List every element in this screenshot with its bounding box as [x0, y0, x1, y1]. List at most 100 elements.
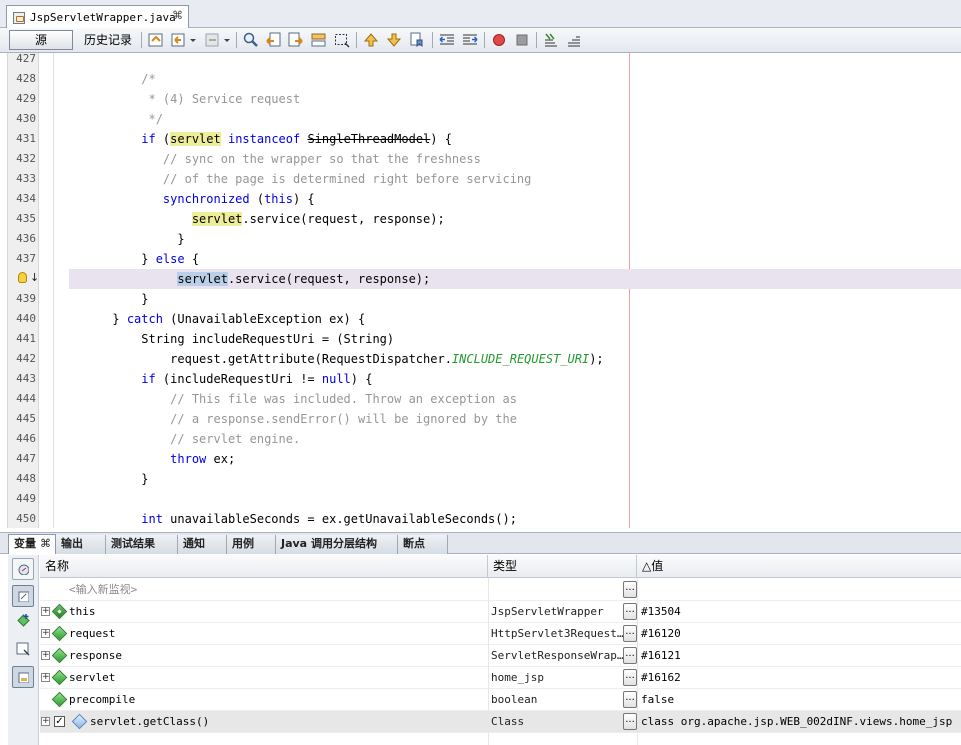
shift-line-left-icon[interactable] — [439, 32, 455, 48]
code-text: // sync on the wrapper so that the fresh… — [162, 152, 481, 166]
tab-variables[interactable]: 变量 ⌘ — [8, 534, 56, 554]
back-dropdown-icon[interactable] — [189, 32, 197, 48]
show-static-icon[interactable] — [12, 558, 34, 580]
edit-value-button[interactable]: ... — [623, 603, 637, 620]
variable-type: HttpServlet3Request… — [491, 627, 623, 640]
tab-test-results[interactable]: 测试结果 — [106, 535, 178, 554]
close-tab-icon[interactable]: ⌘ — [172, 9, 183, 22]
line-number: 427 — [16, 52, 36, 65]
sort-ascending-icon: △ — [642, 559, 652, 573]
watch-row[interactable]: + ✓ servlet.getClass() Class ... class o… — [40, 711, 961, 733]
code-line: 442 request.getAttribute(RequestDispatch… — [0, 349, 961, 369]
source-view-button[interactable]: 源 — [9, 30, 73, 50]
java-file-icon — [13, 11, 25, 24]
column-header-type[interactable]: 类型 — [488, 555, 637, 578]
code-editor[interactable]: 427 428 /* 429 * (4) Service request 430… — [0, 52, 961, 529]
edit-value-button[interactable]: ... — [623, 713, 637, 730]
code-text: /* — [141, 72, 156, 86]
code-text: if (includeRequestUri != null) { — [141, 372, 373, 386]
line-number: 435 — [16, 212, 36, 225]
variable-value[interactable]: false — [641, 689, 961, 711]
lightbulb-hint-icon[interactable] — [18, 272, 27, 283]
toggle-bookmark-icon[interactable] — [409, 32, 425, 48]
local-variable-icon — [51, 625, 68, 642]
variable-name: response — [69, 649, 122, 662]
next-bookmark-icon[interactable] — [386, 32, 402, 48]
find-next-icon[interactable] — [288, 32, 304, 48]
new-watch-edit-button[interactable]: ... — [623, 581, 637, 598]
show-values-panel-icon[interactable] — [12, 666, 34, 688]
variable-type: home_jsp — [491, 671, 544, 684]
forward-icon[interactable] — [204, 32, 220, 48]
start-macro-recording-icon[interactable] — [491, 32, 507, 48]
toggle-rectangular-selection-icon[interactable] — [334, 32, 350, 48]
code-line: 450 int unavailableSeconds = ex.getUnava… — [0, 509, 961, 529]
variable-row[interactable]: + this JspServletWrapper ... #13504 — [40, 601, 961, 623]
code-line: 434 synchronized (this) { — [0, 189, 961, 209]
new-watch-input[interactable]: <输入新监视> — [69, 579, 489, 601]
forward-dropdown-icon[interactable] — [223, 32, 231, 48]
code-text: // servlet engine. — [170, 432, 301, 446]
tab-usages[interactable]: 用例 — [227, 535, 276, 554]
watch-enabled-checkbox[interactable]: ✓ — [54, 716, 65, 727]
expand-icon[interactable]: + — [41, 673, 50, 682]
edit-value-button[interactable]: ... — [623, 625, 637, 642]
line-number: 432 — [16, 152, 36, 165]
column-header-value[interactable]: △值 — [637, 555, 961, 578]
line-number: 443 — [16, 372, 36, 385]
code-line: 429 * (4) Service request — [0, 89, 961, 109]
settings-icon[interactable] — [16, 641, 31, 656]
tab-notifications[interactable]: 通知 — [178, 535, 227, 554]
edit-value-button[interactable]: ... — [623, 647, 637, 664]
variable-value[interactable]: #16121 — [641, 645, 961, 667]
variable-value[interactable]: #13504 — [641, 601, 961, 623]
find-icon[interactable] — [243, 32, 259, 48]
back-icon[interactable] — [171, 32, 187, 48]
find-previous-icon[interactable] — [265, 32, 281, 48]
edit-value-button[interactable]: ... — [623, 669, 637, 686]
shift-line-right-icon[interactable] — [462, 32, 478, 48]
line-number: 429 — [16, 92, 36, 105]
code-line: 443 if (includeRequestUri != null) { — [0, 369, 961, 389]
variable-row[interactable]: + request HttpServlet3Request… ... #1612… — [40, 623, 961, 645]
code-line: 440 } catch (UnavailableException ex) { — [0, 309, 961, 329]
previous-bookmark-icon[interactable] — [363, 32, 379, 48]
variable-row[interactable]: precompile boolean ... false — [40, 689, 961, 711]
code-line: 433 // of the page is determined right b… — [0, 169, 961, 189]
variable-row[interactable]: + response ServletResponseWrap… ... #161… — [40, 645, 961, 667]
variables-panel: 名称 类型 △值 <输入新监视> ... + this JspServletWr… — [0, 555, 961, 745]
history-view-button[interactable]: 历史记录 — [80, 30, 136, 50]
file-tab-jspservletwrapper[interactable]: JspServletWrapper.java ⌘ — [6, 5, 189, 29]
line-number: 434 — [16, 192, 36, 205]
new-watch-row[interactable]: <输入新监视> ... — [40, 579, 961, 601]
code-line: 428 /* — [0, 69, 961, 89]
line-number: 442 — [16, 352, 36, 365]
tab-breakpoints[interactable]: 断点 — [398, 535, 448, 554]
expand-icon[interactable]: + — [41, 717, 50, 726]
code-line: 444 // This file was included. Throw an … — [0, 389, 961, 409]
column-header-name[interactable]: 名称 — [40, 555, 488, 578]
file-tab-title: JspServletWrapper.java — [30, 11, 176, 24]
line-number: 433 — [16, 172, 36, 185]
comment-icon[interactable] — [543, 32, 559, 48]
edit-value-button[interactable]: ... — [623, 691, 637, 708]
tab-java-call-hierarchy[interactable]: Java 调用分层结构 — [276, 535, 398, 554]
variable-value[interactable]: #16162 — [641, 667, 961, 689]
expand-icon[interactable]: + — [41, 629, 50, 638]
uncomment-icon[interactable] — [566, 32, 582, 48]
tab-output[interactable]: 输出 — [56, 535, 106, 554]
code-line: 449 — [0, 489, 961, 509]
add-watch-icon[interactable] — [16, 613, 31, 628]
show-inherited-icon[interactable] — [12, 585, 34, 607]
last-edit-icon[interactable] — [148, 32, 164, 48]
stop-macro-recording-icon[interactable] — [514, 32, 530, 48]
expand-icon[interactable]: + — [41, 651, 50, 660]
close-tab-icon[interactable]: ⌘ — [40, 535, 51, 553]
current-line: ↓ servlet.service(request, response); — [0, 269, 961, 289]
variable-row[interactable]: + servlet home_jsp ... #16162 — [40, 667, 961, 689]
expand-icon[interactable]: + — [41, 607, 50, 616]
variable-value[interactable]: class org.apache.jsp.WEB_002dINF.views.h… — [641, 711, 961, 733]
variable-value[interactable]: #16120 — [641, 623, 961, 645]
toggle-highlight-search-icon[interactable] — [311, 32, 327, 48]
code-text: */ — [141, 112, 163, 126]
